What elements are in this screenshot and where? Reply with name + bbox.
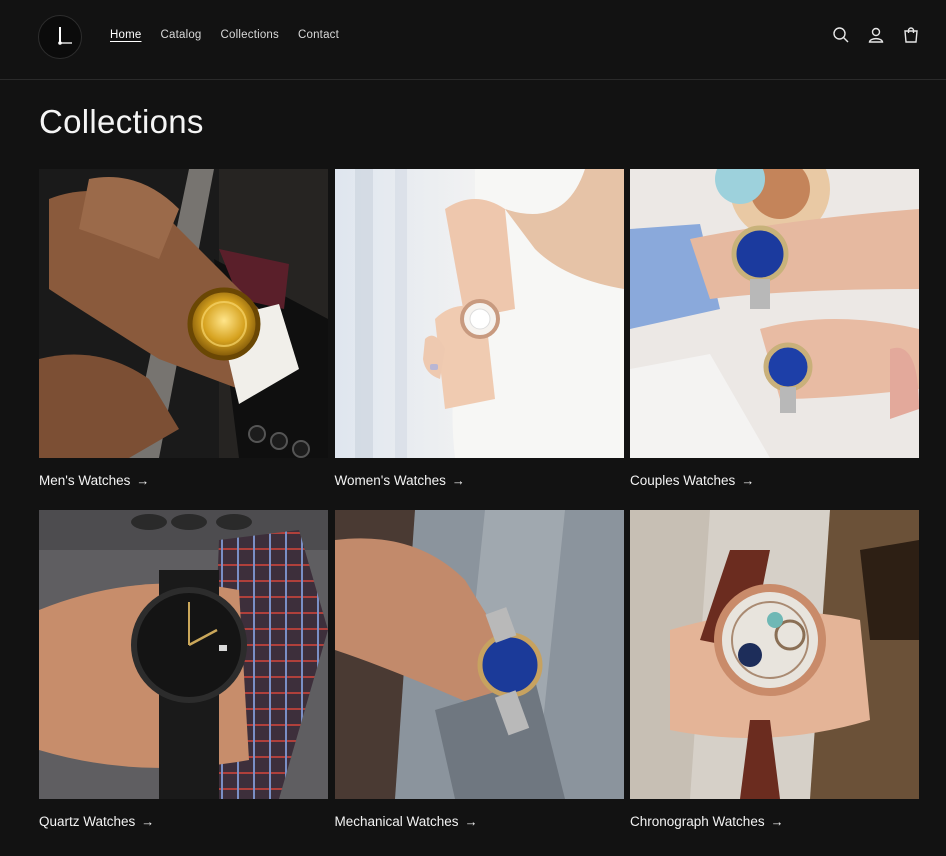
collection-title: Men's Watches <box>39 473 131 488</box>
nav-collections-link[interactable]: Collections <box>221 29 279 41</box>
arrow-right-icon: → <box>451 473 465 488</box>
nav-home-link[interactable]: Home <box>110 29 141 41</box>
main-nav: Home Catalog Collections Contact <box>110 29 339 41</box>
collection-label-mechanical: Mechanical Watches → <box>335 814 478 829</box>
collection-label-womens: Women's Watches → <box>335 473 465 488</box>
collection-title: Couples Watches <box>630 473 736 488</box>
collection-title: Mechanical Watches <box>334 814 459 829</box>
collection-label-quartz: Quartz Watches → <box>39 814 154 829</box>
header-icons <box>832 26 920 44</box>
nav-contact-link[interactable]: Contact <box>298 29 339 41</box>
account-icon[interactable] <box>867 26 885 44</box>
collection-grid: Men's Watches → Women's Watches → Couple… <box>39 169 919 851</box>
collection-image-quartz <box>39 510 328 799</box>
collection-image-mechanical <box>334 510 624 799</box>
collection-title: Quartz Watches <box>39 814 136 829</box>
arrow-right-icon: → <box>770 814 784 829</box>
collection-card-couples[interactable]: Couples Watches → <box>630 169 919 510</box>
search-icon[interactable] <box>832 26 850 44</box>
collection-title: Women's Watches <box>334 473 446 488</box>
arrow-right-icon: → <box>136 473 150 488</box>
collection-image-womens <box>334 169 624 458</box>
arrow-right-icon: → <box>464 814 478 829</box>
collection-card-chronograph[interactable]: Chronograph Watches → <box>630 510 919 851</box>
brand-logo[interactable] <box>38 15 82 59</box>
collection-card-mens[interactable]: Men's Watches → <box>39 169 328 510</box>
collection-label-mens: Men's Watches → <box>39 473 149 488</box>
nav-catalog-link[interactable]: Catalog <box>160 29 201 41</box>
collection-card-womens[interactable]: Women's Watches → <box>334 169 624 510</box>
collection-card-quartz[interactable]: Quartz Watches → <box>39 510 328 851</box>
collection-label-chronograph: Chronograph Watches → <box>630 814 784 829</box>
arrow-right-icon: → <box>141 814 155 829</box>
collection-card-mechanical[interactable]: Mechanical Watches → <box>334 510 624 851</box>
collection-image-chronograph <box>630 510 919 799</box>
page-title: Collections <box>39 103 204 140</box>
arrow-right-icon: → <box>741 473 755 488</box>
site-header: Home Catalog Collections Contact <box>0 0 946 80</box>
collection-title: Chronograph Watches <box>630 814 765 829</box>
collection-image-mens <box>39 169 328 458</box>
cart-icon[interactable] <box>902 26 920 44</box>
collection-label-couples: Couples Watches → <box>630 473 754 488</box>
collection-image-couples <box>630 169 919 458</box>
